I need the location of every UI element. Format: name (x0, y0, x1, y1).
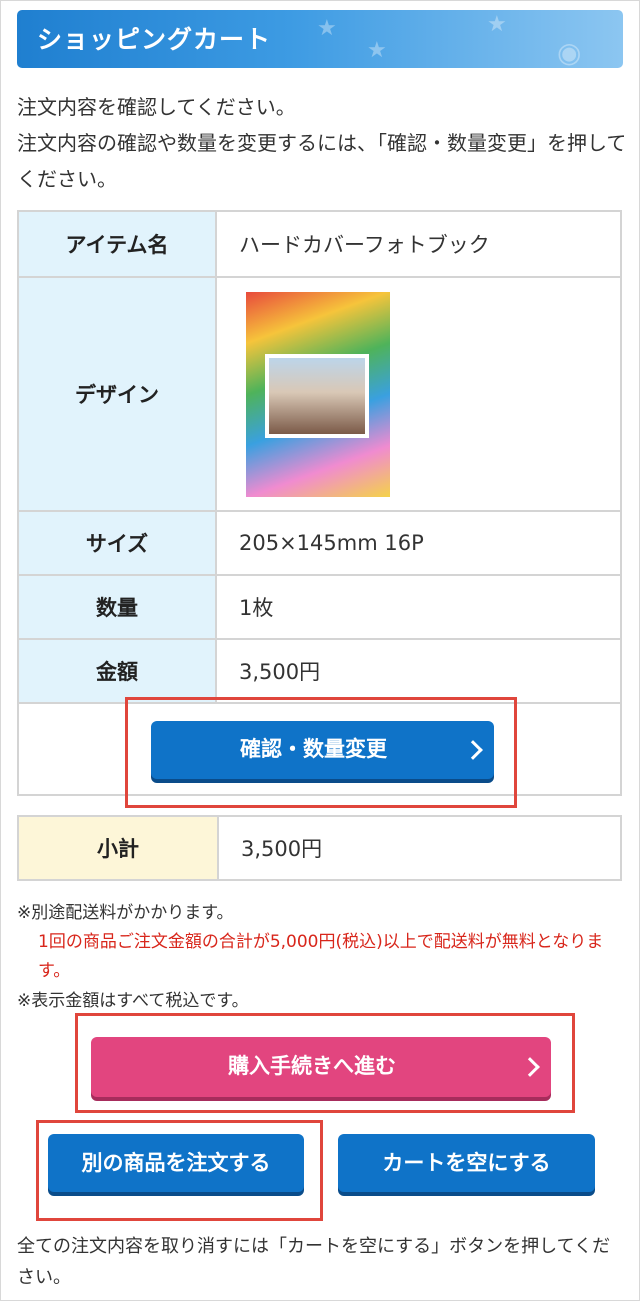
item-name-value: ハードカバーフォトブック (215, 210, 622, 278)
star-icon: ★ (317, 16, 337, 41)
quantity-value: 1枚 (215, 574, 622, 640)
design-cell (215, 276, 622, 512)
price-label: 金額 (17, 638, 217, 704)
table-row: アイテム名 ハードカバーフォトブック (17, 210, 622, 278)
camera-icon: ◉ (557, 36, 582, 68)
item-name-label: アイテム名 (17, 210, 217, 278)
price-value: 3,500円 (215, 638, 622, 704)
free-shipping-note: 1回の商品ご注文金額の合計が5,000円(税込)以上で配送料が無料となります。 (38, 932, 604, 981)
star-icon: ★ (487, 12, 507, 37)
intro-line: 注文内容を確認してください。 (17, 95, 296, 119)
star-icon: ★ (367, 38, 387, 63)
highlight-box (36, 1120, 323, 1221)
empty-cart-label: カートを空にする (382, 1151, 551, 1175)
footer-note: 全ての注文内容を取り消すには「カートを空にする」ボタンを押してください。 (17, 1236, 611, 1288)
size-label: サイズ (17, 510, 217, 576)
page-header: ★ ★ ★ ◉ ショッピングカート (17, 10, 623, 68)
subtotal-table: 小計 3,500円 (17, 815, 622, 881)
design-thumbnail (246, 291, 390, 497)
family-photo (265, 353, 369, 438)
shipping-note: ※別途配送料がかかります。 (17, 903, 234, 923)
table-row: 小計 3,500円 (17, 815, 622, 881)
design-label: デザイン (17, 276, 217, 512)
page-title: ショッピングカート (37, 25, 272, 54)
highlight-box (75, 1013, 575, 1113)
empty-cart-button[interactable]: カートを空にする (338, 1134, 595, 1192)
subtotal-value: 3,500円 (217, 815, 622, 881)
intro-text: 注文内容を確認してください。 注文内容の確認や数量を変更するには、「確認・数量変… (17, 89, 627, 197)
table-row: デザイン (17, 276, 622, 512)
table-row: 数量 1枚 (17, 574, 622, 640)
quantity-label: 数量 (17, 574, 217, 640)
highlight-box (125, 697, 517, 808)
table-row: サイズ 205×145mm 16P (17, 510, 622, 576)
size-value: 205×145mm 16P (215, 510, 622, 576)
subtotal-label: 小計 (17, 815, 219, 881)
intro-line: 注文内容の確認や数量を変更するには、「確認・数量変更」を押してください。 (17, 131, 627, 191)
table-row: 金額 3,500円 (17, 638, 622, 704)
tax-note: ※表示金額はすべて税込です。 (17, 991, 249, 1011)
